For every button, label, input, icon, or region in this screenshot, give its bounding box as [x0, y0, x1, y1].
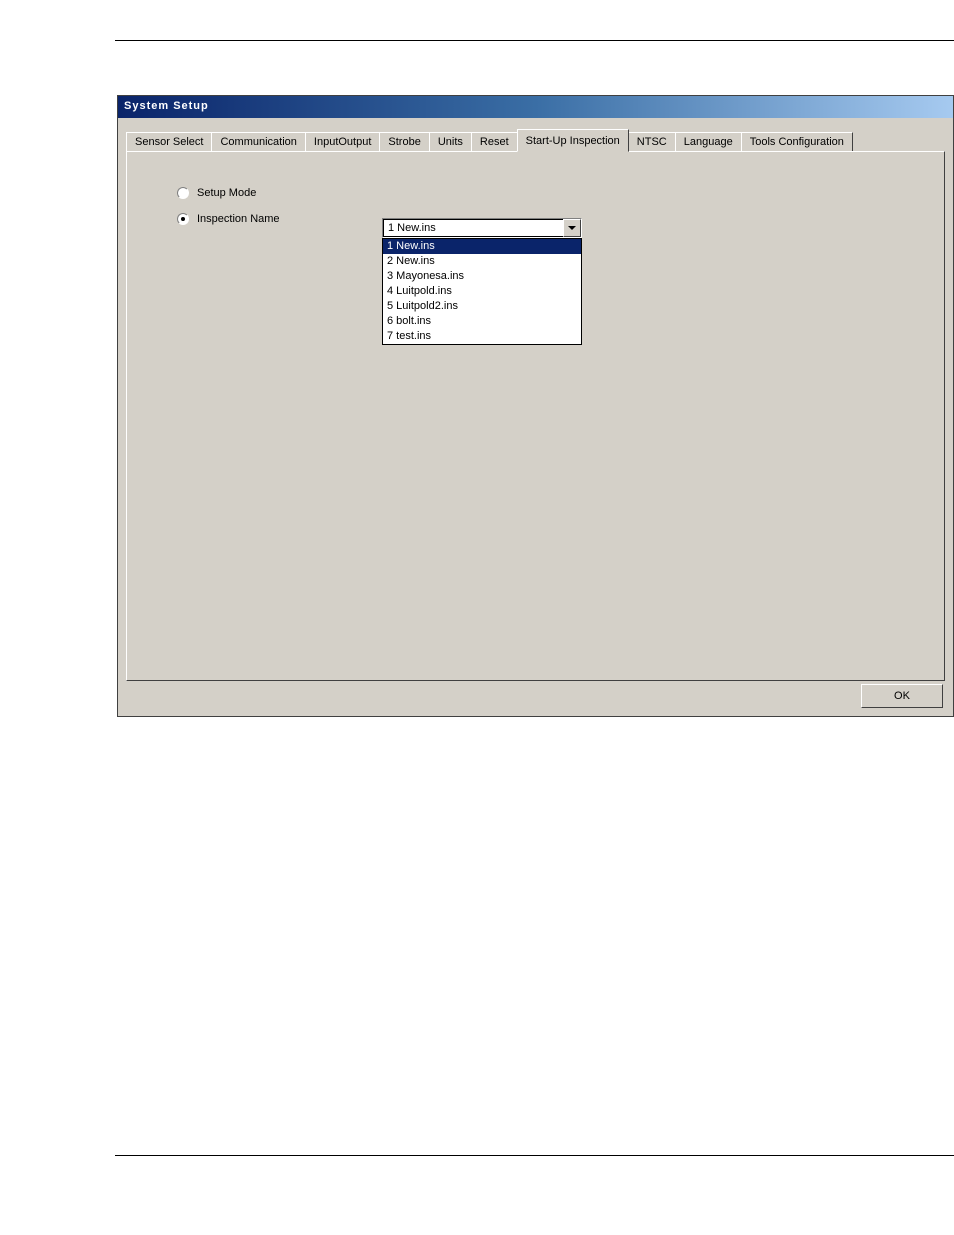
combo-option[interactable]: 1 New.ins: [383, 239, 581, 254]
tab-label: Start-Up Inspection: [526, 135, 620, 147]
chevron-down-icon: [568, 226, 576, 230]
button-bar: OK: [861, 684, 943, 708]
tab-label: Strobe: [388, 136, 420, 148]
combo-option[interactable]: 6 bolt.ins: [383, 314, 581, 329]
tab-language[interactable]: Language: [675, 132, 742, 152]
combo-option[interactable]: 3 Mayonesa.ins: [383, 269, 581, 284]
page-divider-top: [115, 40, 954, 41]
tab-label: Reset: [480, 136, 509, 148]
inspection-combo-container: 1 New.ins 1 New.ins 2 New.ins 3 Mayonesa…: [382, 218, 582, 345]
tab-reset[interactable]: Reset: [471, 132, 518, 152]
page-divider-bottom: [115, 1155, 954, 1156]
system-setup-window: System Setup Sensor Select Communication…: [117, 95, 954, 717]
tab-strip: Sensor Select Communication InputOutput …: [126, 128, 945, 152]
radio-inspection-name[interactable]: Inspection Name: [177, 213, 280, 225]
inspection-combo[interactable]: 1 New.ins: [382, 218, 582, 238]
tab-label: Language: [684, 136, 733, 148]
tab-label: Units: [438, 136, 463, 148]
ok-button[interactable]: OK: [861, 684, 943, 708]
tab-label: Communication: [220, 136, 296, 148]
combo-selected-text: 1 New.ins: [383, 219, 563, 237]
tab-label: NTSC: [637, 136, 667, 148]
radio-group: Setup Mode Inspection Name: [177, 187, 280, 239]
button-label: OK: [894, 690, 910, 702]
tab-label: InputOutput: [314, 136, 372, 148]
window-title-bar: System Setup: [118, 96, 953, 118]
tab-panel: Setup Mode Inspection Name 1 New.ins 1 N…: [126, 151, 945, 681]
tab-start-up-inspection[interactable]: Start-Up Inspection: [517, 129, 629, 152]
tab-strobe[interactable]: Strobe: [379, 132, 429, 152]
radio-setup-mode[interactable]: Setup Mode: [177, 187, 280, 199]
combo-option[interactable]: 4 Luitpold.ins: [383, 284, 581, 299]
tab-tools-configuration[interactable]: Tools Configuration: [741, 132, 853, 152]
tab-communication[interactable]: Communication: [211, 132, 305, 152]
tab-label: Sensor Select: [135, 136, 203, 148]
window-title: System Setup: [124, 100, 209, 112]
tab-input-output[interactable]: InputOutput: [305, 132, 381, 152]
tab-units[interactable]: Units: [429, 132, 472, 152]
radio-icon: [177, 213, 189, 225]
window-body: Sensor Select Communication InputOutput …: [118, 118, 953, 716]
combo-option[interactable]: 7 test.ins: [383, 329, 581, 344]
radio-icon: [177, 187, 189, 199]
tab-sensor-select[interactable]: Sensor Select: [126, 132, 212, 152]
tab-label: Tools Configuration: [750, 136, 844, 148]
tab-ntsc[interactable]: NTSC: [628, 132, 676, 152]
radio-label: Inspection Name: [197, 213, 280, 225]
combo-option[interactable]: 5 Luitpold2.ins: [383, 299, 581, 314]
combo-option[interactable]: 2 New.ins: [383, 254, 581, 269]
inspection-combo-list: 1 New.ins 2 New.ins 3 Mayonesa.ins 4 Lui…: [382, 238, 582, 345]
combo-dropdown-button[interactable]: [563, 219, 581, 237]
radio-label: Setup Mode: [197, 187, 256, 199]
